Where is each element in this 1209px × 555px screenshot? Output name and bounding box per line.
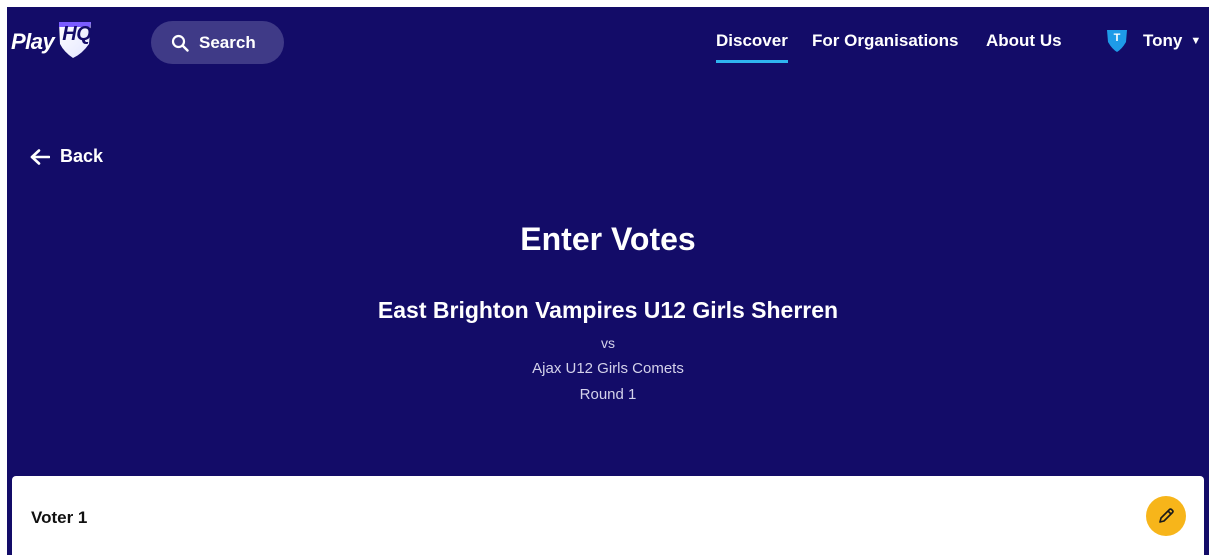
pencil-icon bbox=[1159, 508, 1174, 523]
hq-shield-icon: HQ bbox=[56, 22, 96, 62]
logo-badge: HQ bbox=[62, 23, 92, 45]
nav-for-organisations[interactable]: For Organisations bbox=[812, 31, 958, 51]
nav-discover[interactable]: Discover bbox=[716, 31, 788, 63]
user-name: Tony bbox=[1143, 31, 1183, 50]
user-menu[interactable]: T Tony ▼ bbox=[1105, 28, 1201, 54]
search-button[interactable]: Search bbox=[151, 21, 284, 64]
voter-card: Voter 1 bbox=[12, 476, 1204, 555]
search-label: Search bbox=[199, 32, 256, 52]
search-icon bbox=[171, 34, 189, 52]
edit-voter-button[interactable] bbox=[1146, 496, 1186, 536]
playhq-logo[interactable]: Play HQ bbox=[11, 22, 96, 62]
chevron-down-icon: ▼ bbox=[1190, 35, 1202, 47]
logo-text: Play bbox=[11, 29, 55, 54]
voter-label: Voter 1 bbox=[31, 508, 88, 527]
vs-label: vs bbox=[601, 335, 615, 351]
home-team-name: East Brighton Vampires U12 Girls Sherren bbox=[377, 297, 839, 323]
page: Play HQ Search Discover For Organisation… bbox=[7, 7, 1209, 555]
nav-about-us[interactable]: About Us bbox=[986, 31, 1062, 51]
page-title: Enter Votes bbox=[520, 221, 696, 257]
back-link[interactable]: Back bbox=[30, 146, 103, 167]
arrow-left-icon bbox=[30, 148, 50, 165]
user-initial: T bbox=[1113, 32, 1121, 44]
user-avatar-icon: T bbox=[1105, 28, 1129, 54]
away-team-name: Ajax U12 Girls Comets bbox=[532, 360, 684, 377]
back-label: Back bbox=[60, 146, 104, 166]
round-label: Round 1 bbox=[579, 386, 637, 403]
